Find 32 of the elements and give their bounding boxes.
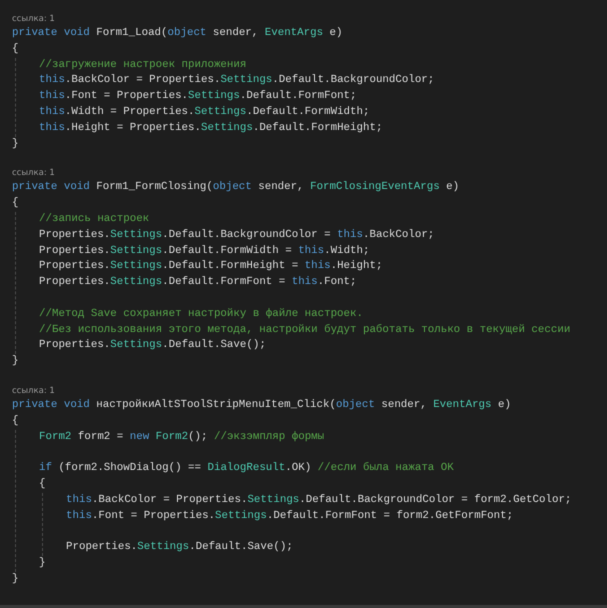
code-line: Properties.Settings.Default.Save(); bbox=[66, 540, 293, 556]
code-line: this.Width = Properties.Settings.Default.FormWidth; bbox=[39, 104, 370, 120]
code-line: private void настройкиAltSToolStripMenuItem_Click(object sender, EventArgs e) bbox=[12, 398, 511, 413]
code-line: { bbox=[39, 476, 46, 492]
code-line: Properties.Settings.Default.Save(); bbox=[39, 338, 266, 354]
code-line: } bbox=[12, 354, 18, 370]
code-line: this.BackColor = Properties.Settings.Default.BackgroundColor; bbox=[39, 73, 434, 88]
code-line: this.BackColor = Properties.Settings.Default.BackgroundColor = form2.GetColor; bbox=[66, 492, 572, 508]
code-line: this.Height = Properties.Settings.Default.FormHeight; bbox=[39, 120, 382, 136]
code-line: //запись настроек bbox=[39, 212, 150, 227]
code-line: { bbox=[12, 414, 18, 429]
code-line: //загружение настроек приложения bbox=[39, 58, 246, 73]
code-line: this.Font = Properties.Settings.Default.FormFont; bbox=[39, 89, 357, 104]
code-line: { bbox=[12, 42, 18, 57]
code-line: Properties.Settings.Default.FormWidth = this.Width; bbox=[39, 244, 370, 259]
reference-count[interactable]: ссылка: 1 bbox=[12, 12, 55, 26]
code-line: Form2 form2 = new Form2(); //экзэмпляр формы bbox=[39, 430, 324, 445]
code-line: } bbox=[39, 556, 46, 571]
code-line: //Метод Save сохраняет настройку в файле настроек. bbox=[39, 306, 363, 322]
code-line: private void Form1_FormClosing(object sender, FormClosingEventArgs e) bbox=[12, 180, 460, 196]
code-line: //Без использования этого метода, настройки будут работать только в текущей сессии bbox=[39, 322, 570, 338]
reference-count[interactable]: ссылка: 1 bbox=[12, 166, 55, 180]
code-line: Properties.Settings.Default.FormHeight = this.Height; bbox=[39, 259, 382, 274]
code-line: this.Font = Properties.Settings.Default.FormFont = form2.GetFormFont; bbox=[66, 508, 514, 524]
code-line: private void Form1_Load(object sender, EventArgs e) bbox=[12, 26, 343, 41]
code-line: } bbox=[12, 572, 18, 587]
code-line: Properties.Settings.Default.FormFont = this.Font; bbox=[39, 275, 357, 290]
code-line: } bbox=[12, 136, 18, 152]
reference-count[interactable]: ссылка: 1 bbox=[12, 384, 55, 398]
code-line: if (form2.ShowDialog() == DialogResult.OK) //если была нажата OK bbox=[39, 461, 454, 476]
code-line: Properties.Settings.Default.BackgroundColor = this.BackColor; bbox=[39, 228, 434, 243]
code-line: { bbox=[12, 196, 18, 212]
